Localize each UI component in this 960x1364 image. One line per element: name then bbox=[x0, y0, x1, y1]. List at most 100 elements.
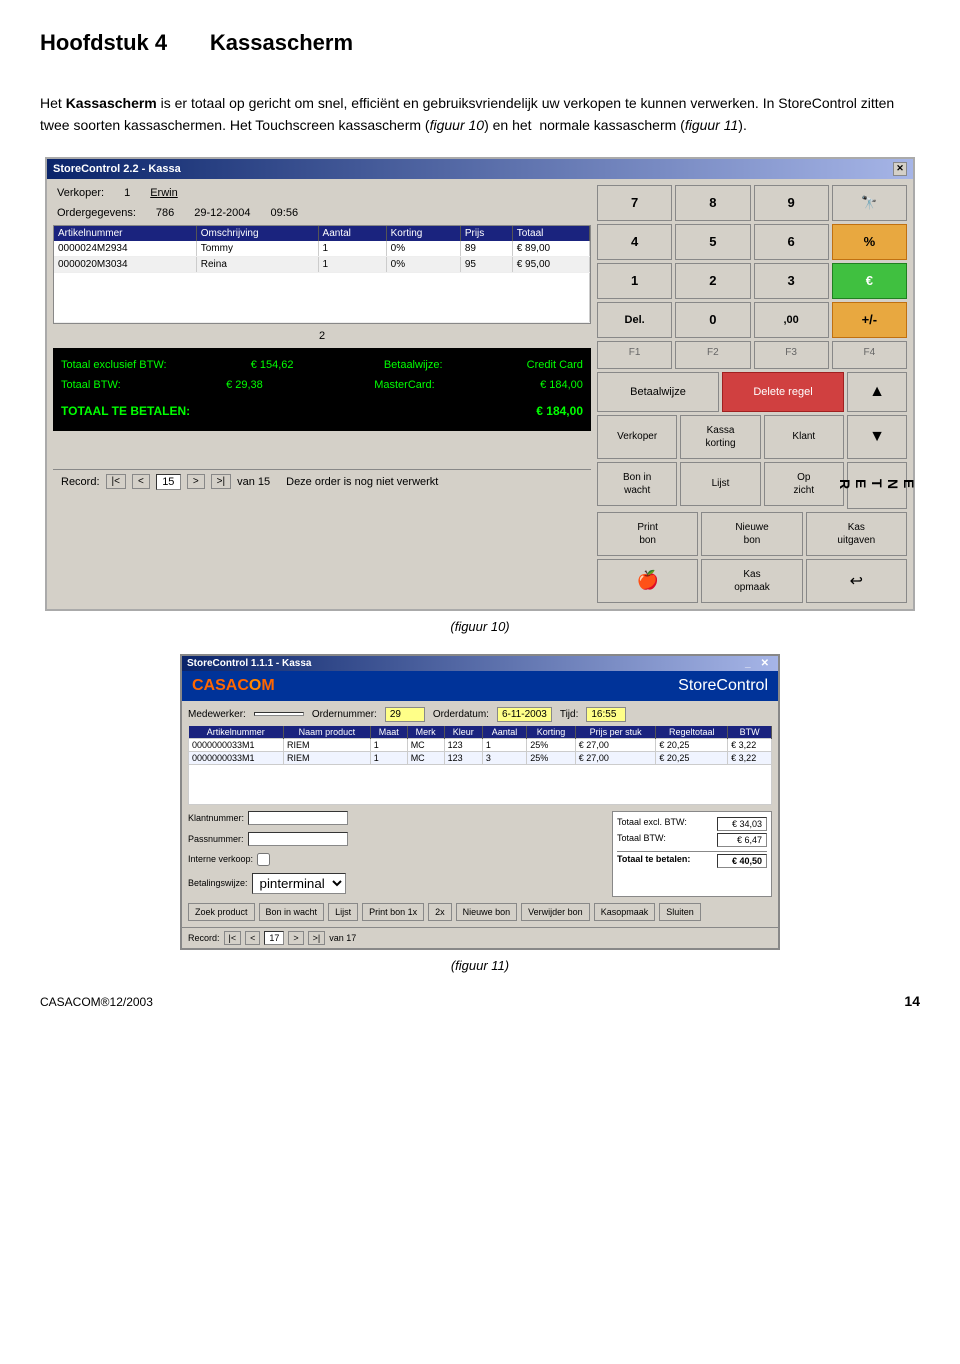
del-button[interactable]: Del. bbox=[597, 302, 672, 338]
kassa2-sc: StoreControl bbox=[678, 677, 768, 695]
totaal-btw-value: € 29,38 bbox=[226, 376, 263, 396]
mastercard-label: MasterCard: bbox=[374, 376, 435, 396]
bon-in-wacht-button[interactable]: Bon inwacht bbox=[597, 462, 677, 506]
k2-col-korting: Korting bbox=[527, 726, 576, 739]
num-6-button[interactable]: 6 bbox=[754, 224, 829, 260]
kassa2-totaal-betalen: Totaal te betalen: € 40,50 bbox=[617, 851, 767, 869]
kassa2-betaalwijze-select[interactable]: pinterminal bbox=[252, 873, 346, 894]
betaalwijze-label: Betaalwijze: bbox=[384, 356, 443, 376]
kassa2-totaal-excl: Totaal excl. BTW: € 34,03 bbox=[617, 816, 767, 832]
kassa2-sluiten-button[interactable]: Sluiten bbox=[659, 903, 701, 921]
kassa2-tijd-field[interactable]: 16:55 bbox=[586, 707, 626, 722]
kas-uitgaven-button[interactable]: Kasuitgaven bbox=[806, 512, 907, 556]
kassa2-next-button[interactable]: > bbox=[288, 931, 303, 945]
arrow-down-button[interactable]: ▼ bbox=[847, 415, 907, 459]
op-zicht-button[interactable]: Opzicht bbox=[764, 462, 844, 506]
kassa2-minimize[interactable]: _ bbox=[741, 658, 755, 669]
kassa2-interne-label: Interne verkoop: bbox=[188, 854, 253, 864]
kassa2-lijst-button[interactable]: Lijst bbox=[328, 903, 358, 921]
kassa2-prev-button[interactable]: < bbox=[245, 931, 260, 945]
record-last-button[interactable]: >| bbox=[211, 474, 231, 489]
num-8-button[interactable]: 8 bbox=[675, 185, 750, 221]
binoculars-button[interactable]: 🔭 bbox=[832, 185, 907, 221]
kassa2-print-bon1-button[interactable]: Print bon 1x bbox=[362, 903, 424, 921]
comma-button[interactable]: ,00 bbox=[754, 302, 829, 338]
kassa1-titlebar: StoreControl 2.2 - Kassa ✕ bbox=[47, 159, 913, 179]
verkoper-button[interactable]: Verkoper bbox=[597, 415, 677, 459]
icon1-button[interactable]: 🍎 bbox=[597, 559, 698, 603]
kassa2-last-button[interactable]: >| bbox=[308, 931, 326, 945]
kassa2-betaalwijze-label: Betalingswijze: bbox=[188, 878, 248, 888]
f4-button[interactable]: F4 bbox=[832, 341, 907, 369]
kassa2-order-table: Artikelnummer Naam product Maat Merk Kle… bbox=[188, 726, 772, 805]
kassa1-window: StoreControl 2.2 - Kassa ✕ Verkoper: 1 E… bbox=[45, 157, 915, 611]
col-prijs: Prijs bbox=[460, 226, 512, 241]
order-time: 09:56 bbox=[271, 207, 299, 219]
k2-col-btw: BTW bbox=[728, 726, 772, 739]
num-0-button[interactable]: 0 bbox=[675, 302, 750, 338]
num-7-button[interactable]: 7 bbox=[597, 185, 672, 221]
kassa2-kasopmaak-button[interactable]: Kasopmaak bbox=[594, 903, 656, 921]
kassa2-totaal-betalen-label: Totaal te betalen: bbox=[617, 854, 690, 868]
mastercard-value: € 184,00 bbox=[540, 376, 583, 396]
kassa2-orderdatum-field[interactable]: 6-11-2003 bbox=[497, 707, 552, 722]
kassa2-2x-button[interactable]: 2x bbox=[428, 903, 452, 921]
num-3-button[interactable]: 3 bbox=[754, 263, 829, 299]
kassa2-nieuwe-bon-button[interactable]: Nieuwe bon bbox=[456, 903, 518, 921]
record-next-button[interactable]: > bbox=[187, 474, 205, 489]
col-omschrijving: Omschrijving bbox=[196, 226, 318, 241]
numpad-grid: 7 8 9 🔭 4 5 6 % 1 2 3 € Del. 0 ,00 +/- bbox=[597, 185, 907, 338]
num-9-button[interactable]: 9 bbox=[754, 185, 829, 221]
kassa2-header: CASACOM StoreControl bbox=[182, 671, 778, 701]
betaalwijze-button[interactable]: Betaalwijze bbox=[597, 372, 719, 412]
kassa1-close-button[interactable]: ✕ bbox=[893, 162, 907, 176]
kassa2-totaal-excl-val: € 34,03 bbox=[717, 817, 767, 831]
num-4-button[interactable]: 4 bbox=[597, 224, 672, 260]
k2-col-artnr: Artikelnummer bbox=[189, 726, 284, 739]
record-first-button[interactable]: |< bbox=[106, 474, 126, 489]
kassa-korting-button[interactable]: Kassakorting bbox=[680, 415, 760, 459]
kassa2-bon-wacht-button[interactable]: Bon in wacht bbox=[259, 903, 325, 921]
table-row-empty bbox=[54, 272, 590, 322]
record-message: Deze order is nog niet verwerkt bbox=[286, 476, 438, 488]
kassa1-left-panel: Verkoper: 1 Erwin Ordergegevens: 786 29-… bbox=[53, 185, 591, 603]
f2-button[interactable]: F2 bbox=[675, 341, 750, 369]
kassa2-record-bar: Record: |< < 17 > >| van 17 bbox=[182, 927, 778, 948]
plusminus-button[interactable]: +/- bbox=[832, 302, 907, 338]
lijst-button[interactable]: Lijst bbox=[680, 462, 760, 506]
enter-button[interactable]: ENTER bbox=[847, 462, 907, 509]
verkoper-name[interactable]: Erwin bbox=[150, 187, 178, 199]
kassa2-interne-checkbox[interactable] bbox=[257, 853, 270, 866]
kassa2-close[interactable]: ✕ bbox=[757, 658, 773, 669]
arrow-up-button[interactable]: ▲ bbox=[847, 372, 907, 412]
kassa2-zoek-button[interactable]: Zoek product bbox=[188, 903, 255, 921]
kassa2-ordernummer-field[interactable]: 29 bbox=[385, 707, 425, 722]
kassa2-passnum-label: Passnummer: bbox=[188, 834, 244, 844]
record-label: Record: bbox=[61, 476, 100, 488]
klant-button[interactable]: Klant bbox=[764, 415, 844, 459]
kassa2-medewerker-field[interactable] bbox=[254, 712, 304, 716]
k2-col-merk: Merk bbox=[407, 726, 444, 739]
kassa2-passnum-field[interactable] bbox=[248, 832, 348, 846]
table-row: 0000000033M1 RIEM 1 MC 123 1 25% € 27,00… bbox=[189, 738, 772, 751]
percent-button[interactable]: % bbox=[832, 224, 907, 260]
record-prev-button[interactable]: < bbox=[132, 474, 150, 489]
kas-opmaak-button[interactable]: Kasopmaak bbox=[701, 559, 802, 603]
kassa2-record-num: 17 bbox=[264, 931, 284, 945]
euro-button[interactable]: € bbox=[832, 263, 907, 299]
num-1-button[interactable]: 1 bbox=[597, 263, 672, 299]
col-artikelnummer: Artikelnummer bbox=[54, 226, 196, 241]
kassa2-verwijder-bon-button[interactable]: Verwijder bon bbox=[521, 903, 590, 921]
kassa2-first-button[interactable]: |< bbox=[224, 931, 242, 945]
func-keys-row: F1 F2 F3 F4 bbox=[597, 341, 907, 369]
icon2-button[interactable]: ↩ bbox=[806, 559, 907, 603]
print-bon-button[interactable]: Printbon bbox=[597, 512, 698, 556]
f3-button[interactable]: F3 bbox=[754, 341, 829, 369]
footer: CASACOM®12/2003 14 bbox=[40, 993, 920, 1009]
num-5-button[interactable]: 5 bbox=[675, 224, 750, 260]
f1-button[interactable]: F1 bbox=[597, 341, 672, 369]
num-2-button[interactable]: 2 bbox=[675, 263, 750, 299]
kassa2-klantnum-field[interactable] bbox=[248, 811, 348, 825]
delete-regel-button[interactable]: Delete regel bbox=[722, 372, 844, 412]
nieuwe-bon-button[interactable]: Nieuwebon bbox=[701, 512, 802, 556]
